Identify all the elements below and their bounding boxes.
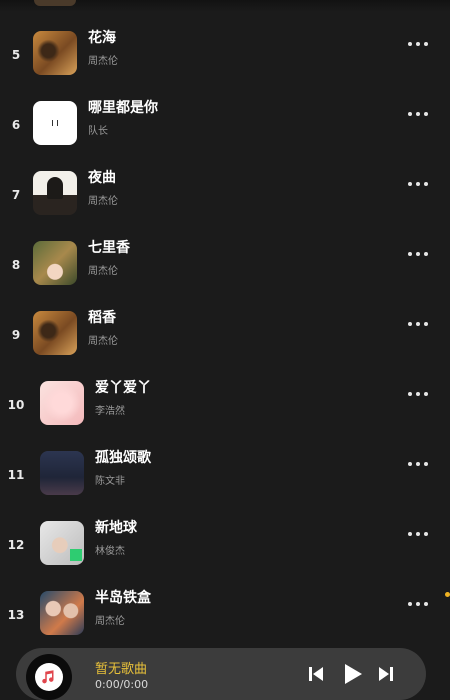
mini-player[interactable]: 暂无歌曲 0:00/0:00 — [16, 648, 426, 700]
song-artist: 队长 — [88, 126, 108, 137]
song-artist: 周杰伦 — [88, 336, 118, 347]
song-index: 11 — [7, 468, 25, 482]
album-cover — [40, 451, 84, 495]
song-row[interactable]: 12 新地球 林俊杰 — [0, 510, 450, 580]
album-cover — [40, 591, 84, 635]
music-note-icon — [35, 663, 63, 691]
song-row[interactable]: 5 花海 周杰伦 — [0, 20, 450, 90]
edge-indicator — [445, 592, 450, 597]
album-cover — [33, 31, 77, 75]
song-title: 哪里都是你 — [88, 100, 158, 116]
song-title: 半岛铁盒 — [95, 590, 151, 606]
song-title: 花海 — [88, 30, 116, 46]
song-row[interactable]: 7 夜曲 周杰伦 — [0, 160, 450, 230]
song-artist: 周杰伦 — [88, 266, 118, 277]
song-index: 13 — [7, 608, 25, 622]
song-index: 5 — [11, 48, 21, 62]
album-cover — [33, 101, 77, 145]
album-cover — [33, 311, 77, 355]
album-disc[interactable] — [26, 654, 72, 700]
more-dots-icon[interactable] — [408, 599, 428, 609]
more-dots-icon[interactable] — [408, 529, 428, 539]
song-index: 7 — [11, 188, 21, 202]
song-title: 新地球 — [95, 520, 137, 536]
current-song-time: 0:00/0:00 — [95, 678, 149, 691]
song-artist: 林俊杰 — [95, 546, 125, 557]
song-index: 6 — [11, 118, 21, 132]
more-dots-icon[interactable] — [408, 179, 428, 189]
song-index: 9 — [11, 328, 21, 342]
song-row[interactable]: 10 爱丫爱丫 李浩然 — [0, 370, 450, 440]
play-icon[interactable] — [342, 662, 364, 686]
song-row[interactable]: 9 稻香 周杰伦 — [0, 300, 450, 370]
song-title: 爱丫爱丫 — [95, 380, 151, 396]
song-title: 孤独颂歌 — [95, 450, 151, 466]
skip-previous-icon[interactable] — [306, 664, 326, 684]
skip-next-icon[interactable] — [376, 664, 396, 684]
album-cover — [33, 171, 77, 215]
song-artist: 周杰伦 — [88, 196, 118, 207]
current-song-title: 暂无歌曲 — [95, 662, 148, 677]
more-dots-icon[interactable] — [408, 319, 428, 329]
album-cover — [40, 521, 84, 565]
song-row[interactable]: 13 半岛铁盒 周杰伦 — [0, 580, 450, 650]
more-dots-icon[interactable] — [408, 109, 428, 119]
more-dots-icon[interactable] — [408, 389, 428, 399]
more-dots-icon[interactable] — [408, 459, 428, 469]
more-dots-icon[interactable] — [408, 39, 428, 49]
song-index: 10 — [7, 398, 25, 412]
song-artist: 周杰伦 — [88, 56, 118, 67]
previous-row-cover-fragment — [34, 0, 76, 6]
song-title: 稻香 — [88, 310, 116, 326]
song-title: 夜曲 — [88, 170, 116, 186]
song-row[interactable]: 6 哪里都是你 队长 — [0, 90, 450, 160]
song-artist: 陈文非 — [95, 476, 125, 487]
song-artist: 李浩然 — [95, 406, 125, 417]
song-row[interactable]: 8 七里香 周杰伦 — [0, 230, 450, 300]
song-artist: 周杰伦 — [95, 616, 125, 627]
song-index: 12 — [7, 538, 25, 552]
album-cover — [40, 381, 84, 425]
album-cover — [33, 241, 77, 285]
song-row[interactable]: 11 孤独颂歌 陈文非 — [0, 440, 450, 510]
more-dots-icon[interactable] — [408, 249, 428, 259]
song-title: 七里香 — [88, 240, 130, 256]
song-index: 8 — [11, 258, 21, 272]
